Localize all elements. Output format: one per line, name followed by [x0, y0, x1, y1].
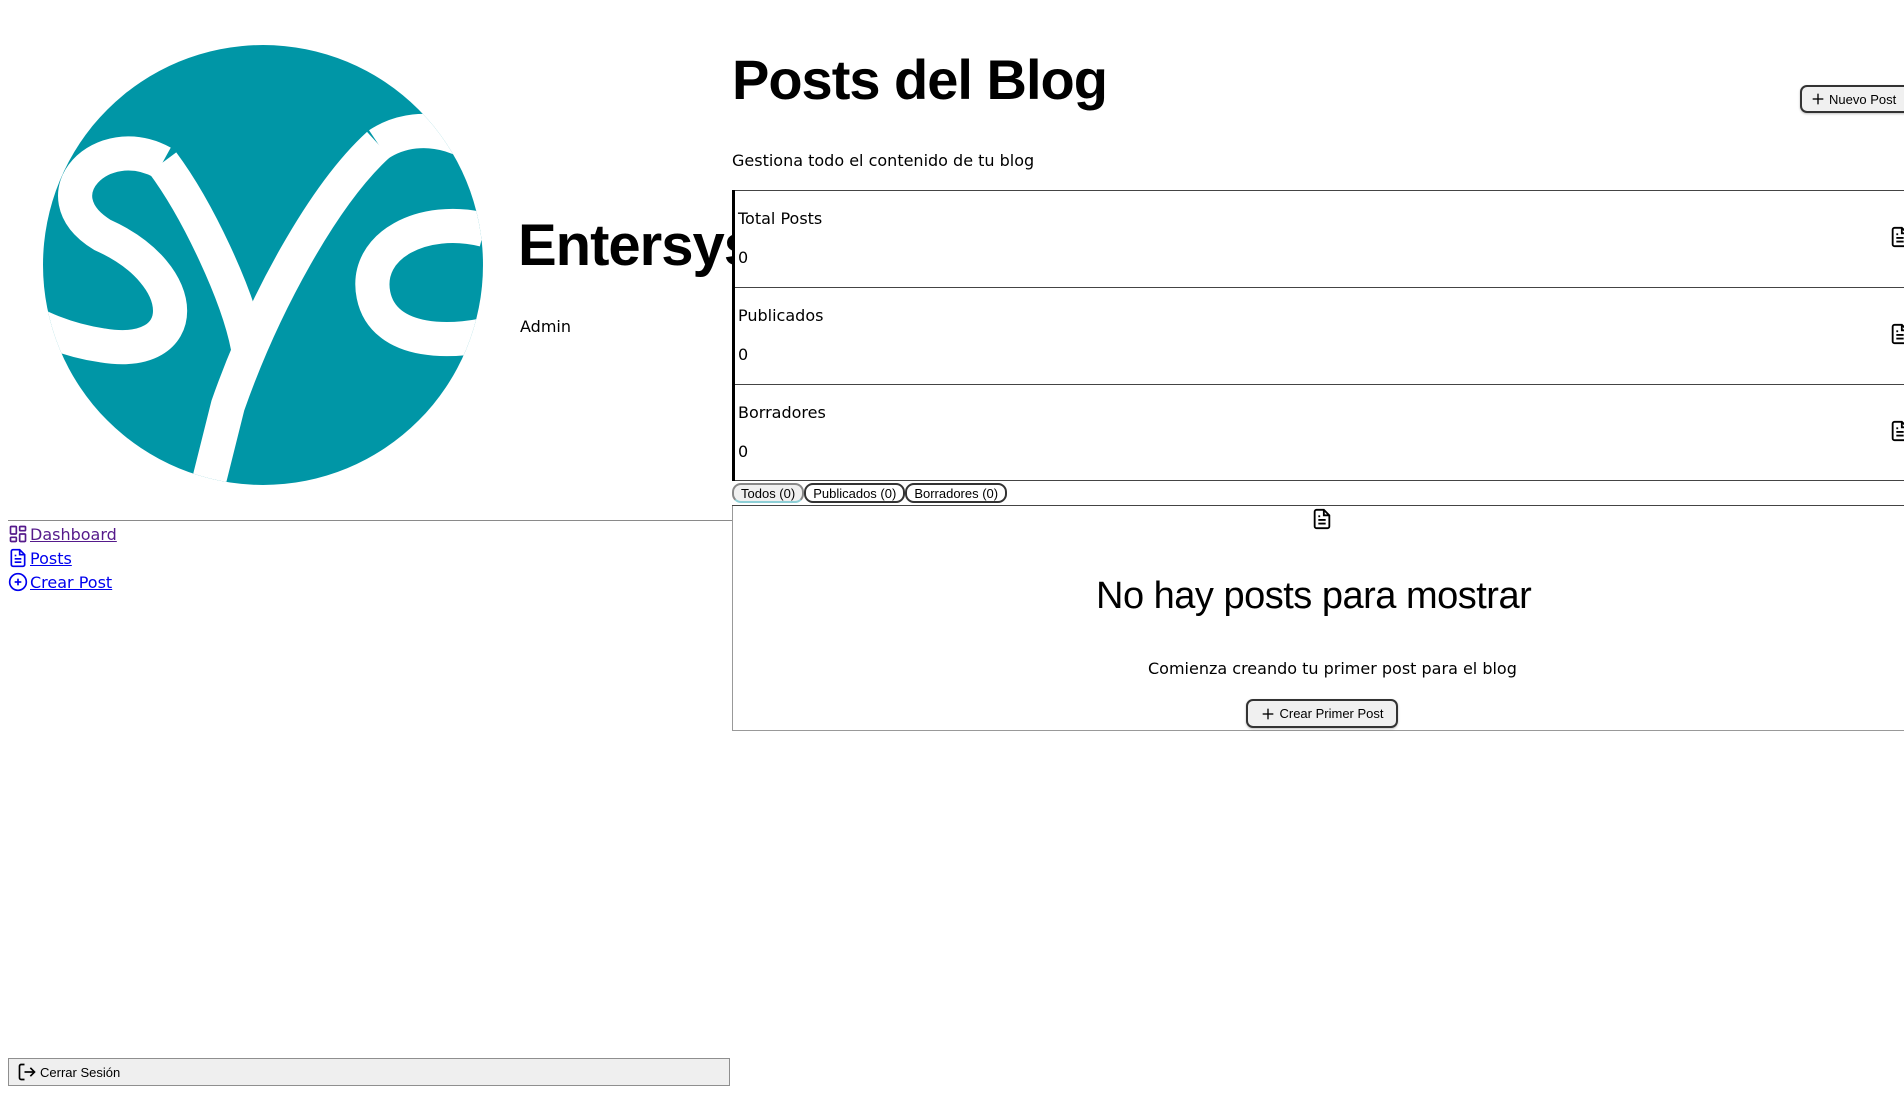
stat-card-published: Publicados 0: [735, 287, 1904, 384]
brand-role: Admin: [520, 317, 571, 336]
create-first-post-button[interactable]: Crear Primer Post: [1246, 699, 1398, 728]
sidebar-item-label[interactable]: Crear Post: [30, 573, 112, 592]
dashboard-grid-icon: [9, 525, 27, 543]
plus-icon: [1263, 708, 1274, 719]
document-icon: [10, 548, 26, 568]
empty-state-description: Comienza creando tu primer post para el …: [1148, 659, 1517, 678]
new-post-label: Nuevo Post: [1829, 91, 1897, 107]
sidebar-item-posts[interactable]: Posts: [8, 546, 117, 570]
page-title: Posts del Blog: [732, 48, 1108, 111]
empty-state-title: No hay posts para mostrar: [1096, 575, 1532, 617]
document-icon: [1313, 508, 1331, 530]
sidebar-item-label[interactable]: Posts: [30, 549, 72, 568]
brand-name: Entersys: [518, 213, 732, 278]
tab-todos[interactable]: Todos (0): [732, 483, 805, 503]
stat-label: Publicados: [738, 306, 824, 325]
tab-publicados[interactable]: Publicados (0): [804, 483, 906, 503]
document-icon: [1891, 323, 1904, 345]
brand-logo: [42, 44, 484, 486]
document-icon: [1891, 420, 1904, 442]
tab-borradores[interactable]: Borradores (0): [905, 483, 1008, 503]
create-first-post-label: Crear Primer Post: [1279, 706, 1384, 721]
sidebar-nav: Dashboard Posts Crear Post: [8, 522, 117, 594]
page-subtitle: Gestiona todo el contenido de tu blog: [732, 151, 1035, 170]
stat-value: 0: [738, 442, 749, 461]
new-post-button[interactable]: Nuevo Post: [1800, 85, 1904, 113]
sidebar-item-crear-post[interactable]: Crear Post: [8, 570, 117, 594]
stat-card-drafts: Borradores 0: [735, 384, 1904, 481]
stat-card-total: Total Posts 0: [735, 190, 1904, 287]
stat-label: Borradores: [738, 403, 826, 422]
sidebar-divider: [8, 520, 732, 521]
brand-logo-mark: [43, 45, 483, 485]
sidebar-item-label[interactable]: Dashboard: [30, 525, 117, 544]
plus-icon: [1812, 93, 1824, 105]
plus-circle-icon: [8, 572, 28, 592]
document-icon: [1891, 226, 1904, 248]
stat-label: Total Posts: [738, 209, 823, 228]
stat-value: 0: [738, 345, 749, 364]
logout-icon: [18, 1063, 36, 1081]
logout-button[interactable]: Cerrar Sesión: [8, 1058, 730, 1086]
stat-value: 0: [738, 248, 749, 267]
stats-panel: Total Posts 0 Publicados 0 Borradores 0: [732, 190, 1904, 481]
post-filter-tabs: Todos (0) Publicados (0) Borradores (0): [732, 483, 1904, 506]
sidebar-item-dashboard[interactable]: Dashboard: [8, 522, 117, 546]
logout-label: Cerrar Sesión: [40, 1064, 121, 1080]
